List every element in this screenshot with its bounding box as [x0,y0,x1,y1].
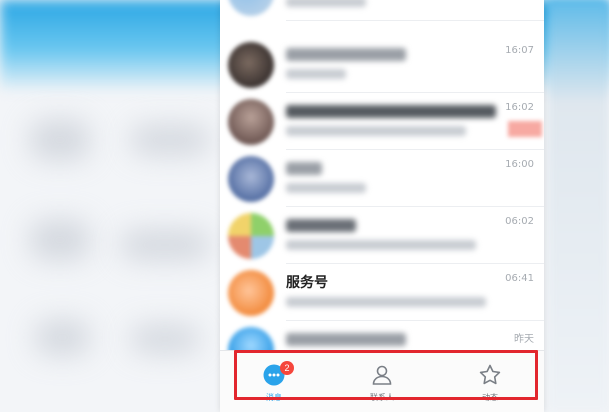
blurred-right-edge [548,0,609,412]
blurred-shape [30,120,90,160]
tab-contacts[interactable]: 联系人 [328,351,436,412]
phone-screen: 16:07 16:02 16:00 06:02 服务号 06:41 昨天 2 消… [220,0,544,412]
chat-row[interactable]: 16:02 [220,93,544,150]
chat-time: 16:02 [505,102,534,113]
chat-time: 06:02 [505,216,534,227]
contact-name-blurred [286,333,406,346]
tab-label: 动态 [482,393,498,402]
message-preview-blurred [286,183,366,193]
tab-messages[interactable]: 2 消息 [220,351,328,412]
message-preview-blurred [286,240,476,250]
tab-label: 联系人 [370,393,394,402]
contact-name-blurred [286,48,406,61]
contact-name-blurred [286,162,322,175]
avatar [228,0,274,16]
chat-time: 昨天 [514,334,534,345]
unread-marker-blurred [508,121,542,137]
star-icon [478,363,502,391]
chat-row[interactable]: 16:07 [220,36,544,93]
message-preview-blurred [286,297,486,307]
avatar [228,270,274,316]
unread-badge: 2 [280,361,294,375]
blurred-shape [130,325,200,353]
blurred-shape [120,230,210,260]
contact-name-blurred [286,219,356,232]
blurred-shape [130,125,210,155]
contact-name: 服务号 [286,275,328,291]
contact-name-blurred [286,105,496,118]
tab-label: 消息 [266,393,282,402]
avatar [228,42,274,88]
avatar [228,213,274,259]
avatar [228,156,274,202]
message-preview-blurred [286,126,466,136]
chat-row[interactable]: 16:00 [220,150,544,207]
chat-row[interactable]: 服务号 06:41 [220,264,544,321]
tab-moments[interactable]: 动态 [436,351,544,412]
person-icon [370,363,394,391]
message-preview-blurred [286,0,366,7]
chat-row[interactable]: 06:02 [220,207,544,264]
avatar [228,99,274,145]
chat-time: 16:00 [505,159,534,170]
chat-time: 06:41 [505,273,534,284]
message-preview-blurred [286,69,346,79]
bottom-tab-bar: 2 消息 联系人 动态 [220,350,544,412]
chat-time: 16:07 [505,45,534,56]
blurred-shape [35,320,90,355]
chat-row[interactable] [220,0,544,21]
blurred-shape [30,220,90,260]
